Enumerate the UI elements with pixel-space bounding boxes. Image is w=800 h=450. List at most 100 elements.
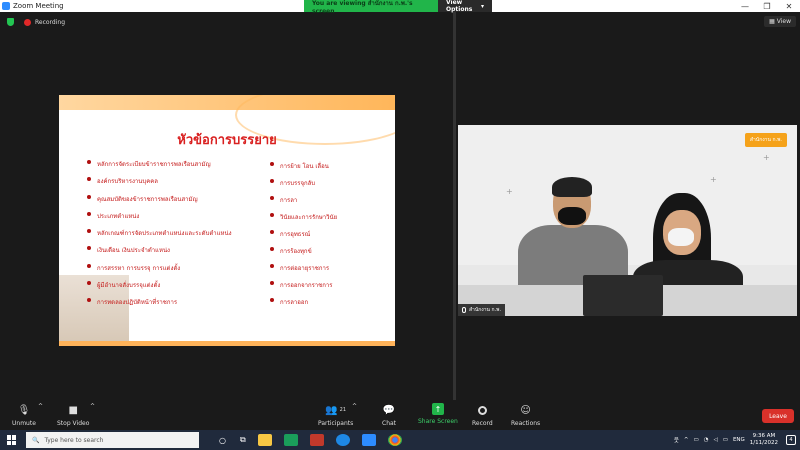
view-button[interactable]: ▦ View <box>764 16 796 27</box>
record-button[interactable]: Record <box>472 403 493 427</box>
chat-button[interactable]: 💬 Chat <box>382 403 397 428</box>
participants-button[interactable]: 👥 21 Participants <box>318 403 353 428</box>
slide-left-list: หลักการจัดระเบียบข้าราชการพลเรือนสามัญ อ… <box>87 159 277 315</box>
list-item-text: การลา <box>280 197 298 204</box>
status-row: Recording ▦ View <box>0 12 800 32</box>
leave-button[interactable]: Leave <box>762 409 794 423</box>
close-button[interactable]: ✕ <box>778 2 800 11</box>
list-item: การออกจากราชการ <box>270 280 380 297</box>
language-indicator[interactable]: ENG <box>733 437 745 443</box>
bullet-icon <box>87 229 91 234</box>
video-options-chevron-icon[interactable]: ^ <box>90 403 95 410</box>
cortana-icon[interactable]: ○ <box>219 436 226 445</box>
recording-label: Recording <box>35 18 66 26</box>
minimize-button[interactable]: — <box>734 2 756 11</box>
participant-video-tile[interactable]: + + + สำนักงาน ก.พ. สำนักงาน ก.พ. <box>458 125 797 316</box>
shield-icon[interactable] <box>7 18 14 26</box>
view-options-button[interactable]: View Options ▾ <box>438 0 492 13</box>
system-tray: 웃 ^ ▭ ◔ ◁ ▭ ENG 9:36 AM 1/11/2022 <box>674 433 778 447</box>
person-icon[interactable]: 웃 <box>674 436 679 444</box>
chevron-down-icon: ▾ <box>480 2 484 10</box>
wifi-icon[interactable]: ◔ <box>704 437 709 443</box>
list-item-text: การทดลองปฏิบัติหน้าที่ราชการ <box>97 299 178 307</box>
list-item-text: ผู้มีอำนาจสั่งบรรจุแต่งตั้ง <box>97 282 161 290</box>
list-item: หลักเกณฑ์การจัดประเภทตำแหน่งและระดับตำแห… <box>87 228 277 245</box>
unmute-button[interactable]: 🎙 Unmute <box>12 403 36 428</box>
list-item: การย้าย โอน เลื่อน <box>270 161 380 178</box>
share-screen-button[interactable]: ↑ Share Screen <box>418 403 458 425</box>
chat-bubble-icon: 💬 <box>382 404 396 416</box>
microphone-icon <box>462 307 466 313</box>
plus-decoration-icon: + <box>710 175 717 184</box>
slide-bottom-band <box>59 341 395 346</box>
zoom-taskbar-icon[interactable] <box>361 434 376 446</box>
bullet-icon <box>87 177 91 182</box>
bullet-icon <box>87 194 91 199</box>
list-item: การร้องทุกข์ <box>270 246 380 263</box>
maximize-button[interactable]: ❐ <box>756 2 778 11</box>
bullet-icon <box>270 213 274 217</box>
stop-video-label: Stop Video <box>57 420 90 427</box>
shared-screen-slide: หัวข้อการบรรยาย หลักการจัดระเบียบข้าราชก… <box>59 95 395 346</box>
reactions-button[interactable]: ☺ Reactions <box>511 403 541 428</box>
list-item-text: วินัยและการรักษาวินัย <box>280 214 338 221</box>
list-item: คุณสมบัติของข้าราชการพลเรือนสามัญ <box>87 194 277 211</box>
volume-icon[interactable]: ◁ <box>714 437 718 443</box>
audio-options-chevron-icon[interactable]: ^ <box>38 403 43 410</box>
laptop <box>583 275 663 316</box>
list-item: เงินเดือน เงินประจำตำแหน่ง <box>87 245 277 262</box>
clock-time: 9:36 AM <box>752 433 776 439</box>
list-item-text: คุณสมบัติของข้าราชการพลเรือนสามัญ <box>97 195 198 203</box>
bullet-icon <box>87 298 91 303</box>
list-item-text: หลักการจัดระเบียบข้าราชการพลเรือนสามัญ <box>97 161 211 168</box>
participant-name-label: สำนักงาน ก.พ. <box>458 304 506 316</box>
unmute-label: Unmute <box>12 420 36 427</box>
organization-logo: สำนักงาน ก.พ. <box>744 133 787 147</box>
list-item-text: การย้าย โอน เลื่อน <box>280 163 329 170</box>
battery-icon[interactable]: ▭ <box>723 437 728 443</box>
list-item: การลาออก <box>270 297 380 314</box>
chrome-browser-icon[interactable] <box>387 434 402 446</box>
bullet-icon <box>87 211 91 216</box>
file-explorer-icon[interactable] <box>257 434 272 446</box>
participant-name: สำนักงาน ก.พ. <box>469 307 502 313</box>
list-item: การสรรหา การบรรจุ การแต่งตั้ง <box>87 263 277 280</box>
office-icon[interactable] <box>309 434 324 446</box>
camera-icon[interactable]: ▭ <box>693 437 698 443</box>
slide-right-list: การย้าย โอน เลื่อน การบรรจุกลับ การลา วิ… <box>270 161 380 314</box>
viewing-message: You are viewing สำนักงาน ก.พ.'s screen <box>304 0 438 15</box>
video-camera-icon: ■ <box>68 404 78 416</box>
list-item-text: ประเภทตำแหน่ง <box>97 212 140 220</box>
notification-center-icon[interactable]: 4 <box>786 435 796 445</box>
task-view-icon[interactable]: ⧉ <box>240 435 246 445</box>
chat-label: Chat <box>382 420 397 427</box>
pane-divider[interactable] <box>453 12 456 400</box>
edge-browser-icon[interactable] <box>335 434 350 446</box>
show-hidden-icons-chevron-icon[interactable]: ^ <box>684 437 689 443</box>
list-item: องค์กรบริหารงานบุคคล <box>87 176 277 193</box>
list-item: การอุทธรณ์ <box>270 229 380 246</box>
bullet-icon <box>270 247 274 251</box>
taskbar-clock[interactable]: 9:36 AM 1/11/2022 <box>750 433 778 447</box>
taskbar-search-input[interactable]: 🔍 Type here to search <box>26 432 199 448</box>
slide-title: หัวข้อการบรรยาย <box>177 133 277 148</box>
store-icon[interactable] <box>283 434 298 446</box>
record-label: Record <box>472 420 493 427</box>
list-item-text: เงินเดือน เงินประจำตำแหน่ง <box>97 247 170 255</box>
list-item: การทดลองปฏิบัติหน้าที่ราชการ <box>87 297 277 314</box>
presenter-mask <box>558 207 586 225</box>
bullet-icon <box>270 298 274 302</box>
smiley-plus-icon: ☺ <box>520 404 531 416</box>
viewing-banner: You are viewing สำนักงาน ก.พ.'s screen V… <box>304 0 492 15</box>
windows-start-icon[interactable] <box>7 435 17 445</box>
clock-date: 1/11/2022 <box>749 440 778 446</box>
participants-options-chevron-icon[interactable]: ^ <box>352 403 357 410</box>
bullet-icon <box>270 179 274 183</box>
reactions-label: Reactions <box>511 420 541 427</box>
notification-count: 4 <box>789 437 793 443</box>
bullet-icon <box>270 264 274 268</box>
participants-icon: 👥 21 <box>325 404 347 416</box>
stop-video-button[interactable]: ■ Stop Video <box>57 403 90 428</box>
meeting-toolbar: 🎙 Unmute ^ ■ Stop Video ^ 👥 21 Participan… <box>0 400 800 430</box>
participants-count: 21 <box>339 407 347 413</box>
